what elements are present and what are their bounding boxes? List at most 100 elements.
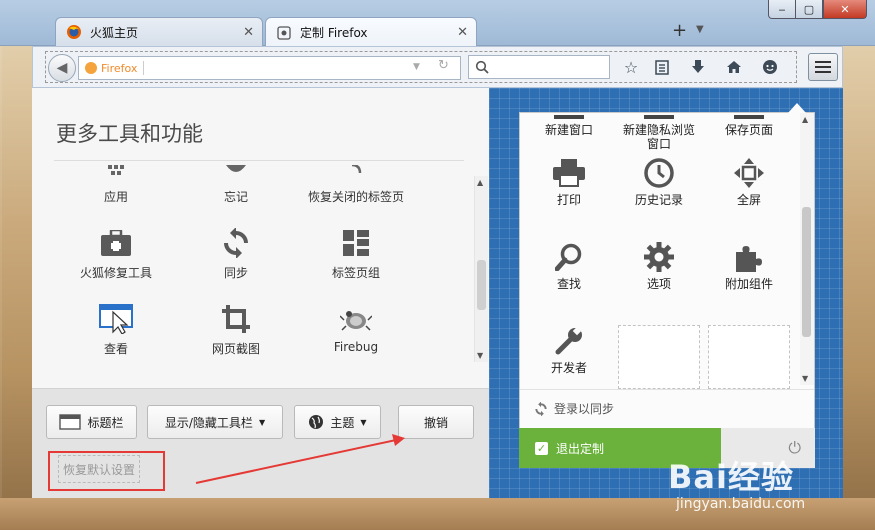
palette-item-label: 标签页组 <box>331 266 380 280</box>
minimize-button[interactable]: ‒ <box>768 0 796 19</box>
tab-customize-firefox[interactable]: 定制 Firefox ✕ <box>265 17 477 47</box>
customize-content: 更多工具和功能 应用 忘记 恢复关闭的标签页 火狐修复工具 同步 标签页组 查看… <box>32 88 843 498</box>
new-window-icon <box>524 113 614 123</box>
palette-item-forget[interactable]: 忘记 <box>181 160 291 205</box>
scroll-up-icon[interactable]: ▲ <box>802 115 808 124</box>
back-button[interactable]: ◀ <box>48 54 76 82</box>
palette-item-label: 应用 <box>103 190 128 204</box>
url-separator <box>143 61 145 75</box>
panel-arrow <box>788 103 806 113</box>
palette-item-tab-groups[interactable]: 标签页组 <box>301 228 411 281</box>
hamburger-icon <box>815 61 831 63</box>
palette-item-label: 火狐修复工具 <box>79 266 152 280</box>
search-input[interactable] <box>468 55 610 79</box>
firebug-icon <box>301 304 411 334</box>
palette-item-label: Firebug <box>333 340 379 354</box>
titlebar-button[interactable]: 标题栏 <box>46 405 137 439</box>
social-chat-icon[interactable] <box>759 56 781 78</box>
find-icon <box>524 241 614 273</box>
palette-item-screenshot[interactable]: 网页截图 <box>181 304 291 357</box>
panel-item-options[interactable]: 选项 <box>614 241 704 291</box>
back-arrow-icon: ◀ <box>56 60 68 76</box>
sync-signin-row[interactable]: 登录以同步 <box>520 389 814 427</box>
palette-item-label: 忘记 <box>223 190 248 204</box>
palette-item-sync[interactable]: 同步 <box>181 228 291 281</box>
firefox-logo-icon <box>66 24 82 40</box>
bookmarks-menu-icon[interactable] <box>651 56 673 78</box>
apps-icon <box>61 160 171 182</box>
globe-icon <box>309 415 324 429</box>
options-icon <box>614 241 704 273</box>
addons-icon <box>704 241 794 273</box>
checkmark-icon: ✓ <box>535 441 548 455</box>
menu-panel: 新建窗口 新建隐私浏览窗口 保存页面 打印 历史记录 全屏 查找 选项 附加组件… <box>519 103 815 466</box>
panel-item-new-window[interactable]: 新建窗口 <box>524 113 614 137</box>
forget-icon <box>181 160 291 182</box>
panel-item-developer[interactable]: 开发者 <box>524 325 614 375</box>
menu-panel-scrollbar[interactable]: ▲ ▼ <box>800 113 814 385</box>
tab-label: 火狐主页 <box>90 25 139 40</box>
palette-item-toolbox[interactable]: 火狐修复工具 <box>61 228 171 281</box>
new-tab-button[interactable]: + <box>672 20 687 41</box>
scrollbar-thumb[interactable] <box>477 260 486 310</box>
panel-item-print[interactable]: 打印 <box>524 157 614 207</box>
developer-icon <box>524 325 614 357</box>
palette-scrollbar[interactable]: ▲ ▼ <box>474 176 488 362</box>
sync-icon <box>181 228 291 258</box>
bookmark-star-icon[interactable]: ☆ <box>620 56 642 78</box>
tab-firefox-home[interactable]: 火狐主页 ✕ <box>55 17 263 46</box>
palette-item-firebug[interactable]: Firebug <box>301 304 411 354</box>
palette-panel: 更多工具和功能 应用 忘记 恢复关闭的标签页 火狐修复工具 同步 标签页组 查看… <box>32 88 489 388</box>
reload-icon[interactable]: ↻ <box>438 58 449 73</box>
customize-footer: 标题栏 显示/隐藏工具栏 ▼ 主题 ▼ 撤销 恢复默认设置 <box>32 388 489 498</box>
open-menu-button[interactable] <box>808 53 838 81</box>
panel-item-private-window[interactable]: 新建隐私浏览窗口 <box>614 113 704 151</box>
palette-item-label: 同步 <box>223 266 248 280</box>
sync-icon <box>535 401 547 416</box>
fullscreen-icon <box>704 157 794 189</box>
maximize-button[interactable]: ▢ <box>795 0 823 19</box>
downloads-icon[interactable] <box>687 56 709 78</box>
baidu-watermark: Bai经验 jingyan.baidu.com <box>668 458 806 512</box>
palette-item-restore-tab[interactable]: 恢复关闭的标签页 <box>301 160 411 205</box>
panel-item-history[interactable]: 历史记录 <box>614 157 704 207</box>
url-history-dropdown-icon[interactable]: ▼ <box>413 62 420 72</box>
home-icon[interactable] <box>723 56 745 78</box>
url-bar-text: Firefox <box>101 61 138 75</box>
firefox-identity-icon <box>85 62 97 74</box>
page-title: 更多工具和功能 <box>56 122 203 146</box>
themes-button[interactable]: 主题 ▼ <box>294 405 381 439</box>
titlebar-icon <box>59 414 82 430</box>
empty-slot <box>708 325 790 389</box>
customize-icon <box>276 25 292 41</box>
tab-groups-icon <box>301 228 411 258</box>
tab-list-chevron-icon[interactable]: ▼ <box>696 24 704 35</box>
toolbox-icon <box>61 228 171 258</box>
palette-item-view[interactable]: 查看 <box>61 304 171 357</box>
scroll-down-icon[interactable]: ▼ <box>802 374 808 383</box>
scrollbar-thumb[interactable] <box>802 207 811 337</box>
undo-button[interactable]: 撤销 <box>398 405 474 439</box>
tab-close-icon[interactable]: ✕ <box>457 25 468 40</box>
close-window-button[interactable]: ✕ <box>823 0 867 19</box>
search-icon <box>475 60 489 74</box>
scroll-up-icon[interactable]: ▲ <box>477 178 483 187</box>
scroll-down-icon[interactable]: ▼ <box>477 351 483 360</box>
print-icon <box>524 157 614 189</box>
palette-item-label: 查看 <box>103 342 128 356</box>
panel-item-fullscreen[interactable]: 全屏 <box>704 157 794 207</box>
firefox-window: 火狐主页 ✕ 定制 Firefox ✕ + ▼ ‒ ▢ ✕ ◀ Firefox … <box>0 0 875 530</box>
url-bar[interactable]: Firefox <box>78 56 461 80</box>
panel-item-find[interactable]: 查找 <box>524 241 614 291</box>
palette-item-label: 网页截图 <box>211 342 260 356</box>
palette-item-label: 恢复关闭的标签页 <box>307 190 404 204</box>
panel-item-addons[interactable]: 附加组件 <box>704 241 794 291</box>
tab-close-icon[interactable]: ✕ <box>243 25 254 40</box>
toolbars-button[interactable]: 显示/隐藏工具栏 ▼ <box>147 405 283 439</box>
save-page-icon <box>704 113 794 123</box>
restore-defaults-button[interactable]: 恢复默认设置 <box>58 455 140 483</box>
empty-slot <box>618 325 700 389</box>
palette-item-apps[interactable]: 应用 <box>61 160 171 205</box>
panel-item-save-page[interactable]: 保存页面 <box>704 113 794 137</box>
dropdown-icon: ▼ <box>360 417 367 427</box>
